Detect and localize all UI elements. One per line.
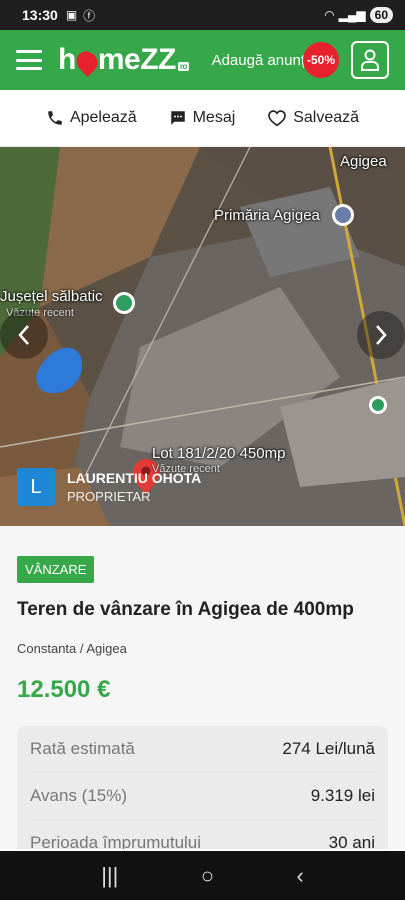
map-label-lot: Lot 181/2/20 450mp — [152, 445, 286, 462]
next-photo-button[interactable] — [357, 311, 405, 359]
logo-text-left: h — [58, 43, 76, 76]
listing-details: VÂNZARE Teren de vânzare în Agigea de 40… — [0, 526, 405, 849]
logo-ro-suffix: ro — [177, 62, 189, 71]
add-ad-label: Adaugă anunț — [211, 51, 305, 69]
battery-level: 60 — [369, 7, 393, 23]
menu-icon[interactable] — [16, 50, 42, 70]
map-label-agigea: Agigea — [340, 153, 387, 170]
financing-row: Rată estimată 274 Lei/lună — [30, 726, 375, 773]
owner-info[interactable]: L LAURENTIU OHOTA PROPRIETAR — [17, 468, 201, 506]
account-button[interactable] — [351, 41, 389, 79]
financing-box: Rată estimată 274 Lei/lună Avans (15%) 9… — [17, 726, 388, 849]
financing-row: Perioada împrumutului 30 ani — [30, 820, 375, 849]
action-bar: Apelează Mesaj Salvează — [0, 90, 405, 147]
heart-icon — [268, 110, 287, 127]
map-label-busetel: Jușețel sălbatic — [0, 288, 103, 305]
financing-value: 274 Lei/lună — [282, 739, 375, 758]
back-icon[interactable]: ‹ — [296, 863, 303, 889]
financing-label: Rată estimată — [30, 739, 135, 758]
owner-role: PROPRIETAR — [67, 489, 151, 504]
system-nav-bar: ||| ○ ‹ — [0, 851, 405, 900]
user-icon — [361, 49, 379, 71]
listing-type-badge: VÂNZARE — [17, 556, 95, 583]
add-ad-button[interactable]: Adaugă anunț -50% — [212, 42, 339, 78]
logo-text-right: meZZ — [97, 43, 177, 76]
call-label: Apelează — [69, 109, 137, 126]
listing-location: Constanta / Agigea — [17, 641, 127, 656]
phone-icon — [48, 111, 62, 125]
financing-label: Perioada împrumutului — [30, 833, 202, 849]
photo-gallery[interactable]: Agigea Primăria Agigea Jușețel sălbatic … — [0, 147, 405, 526]
financing-row: Avans (15%) 9.319 lei — [30, 773, 375, 820]
wifi-icon: ◠ — [324, 8, 335, 22]
facebook-icon: ⓕ — [83, 8, 96, 23]
app-header: h meZZ ro Adaugă anunț -50% — [0, 30, 405, 90]
owner-avatar: L — [17, 468, 55, 506]
chevron-right-icon — [376, 325, 387, 345]
map-label-primaria: Primăria Agigea — [214, 207, 320, 224]
listing-title: Teren de vânzare în Agigea de 400mp — [17, 599, 354, 620]
home-icon[interactable]: ○ — [201, 863, 214, 889]
owner-name: LAURENTIU OHOTA — [67, 470, 202, 486]
listing-price: 12.500 € — [17, 676, 111, 703]
financing-value: 9.319 lei — [310, 786, 375, 805]
signal-icon: ▂▄▆ — [338, 8, 366, 22]
chat-icon — [170, 111, 185, 125]
call-button[interactable]: Apelează — [46, 109, 137, 127]
status-time: 13:30 — [22, 7, 58, 23]
previous-photo-button[interactable] — [0, 311, 48, 359]
message-button[interactable]: Mesaj — [169, 109, 236, 127]
recent-apps-icon[interactable]: ||| — [101, 863, 118, 889]
status-bar: 13:30 ▣ ⓕ ◠ ▂▄▆ 60 — [0, 0, 405, 30]
screenshot-icon: ▣ — [65, 8, 78, 22]
save-button[interactable]: Salvează — [267, 109, 359, 127]
financing-label: Avans (15%) — [30, 786, 128, 805]
chevron-left-icon — [18, 325, 29, 345]
financing-value: 30 ani — [328, 833, 375, 849]
discount-badge: -50% — [303, 42, 339, 78]
save-label: Salvează — [293, 109, 360, 126]
homezz-logo[interactable]: h meZZ ro — [58, 43, 189, 77]
message-label: Mesaj — [192, 109, 236, 126]
